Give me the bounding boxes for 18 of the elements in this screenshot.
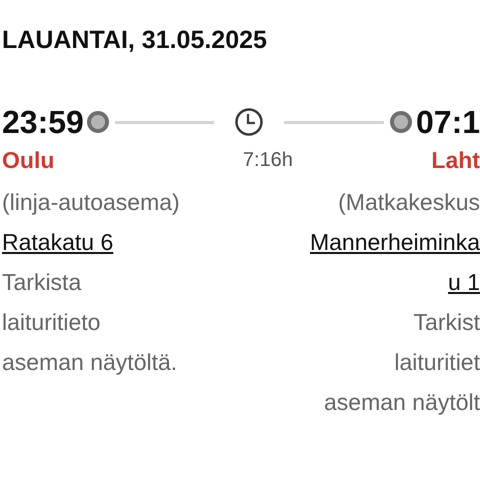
- address-link[interactable]: u 1: [448, 262, 480, 302]
- clock-icon: [234, 107, 264, 137]
- address-link[interactable]: Mannerheiminka: [310, 222, 480, 262]
- arrival-city: Laht: [431, 146, 480, 175]
- travel-duration: 7:16h: [242, 148, 293, 173]
- platform-note: aseman näytöltä.: [2, 348, 178, 377]
- platform-note: Tarkista: [2, 268, 82, 297]
- platform-note: aseman näytölt: [324, 388, 480, 417]
- platform-note: laituritieto: [2, 308, 100, 337]
- departure-city: Oulu: [2, 146, 54, 175]
- station-name: (Matkakeskus: [338, 188, 480, 217]
- platform-note: laituritiet: [394, 348, 480, 377]
- station-name: (linja-autoasema): [2, 188, 180, 217]
- address-link[interactable]: Ratakatu 6: [2, 222, 114, 262]
- platform-note: Tarkist: [414, 308, 480, 337]
- arrival-time: 07:1: [416, 103, 480, 142]
- date-header: LAUANTAI, 31.05.2025: [2, 25, 267, 56]
- departure-time: 23:59: [2, 103, 84, 142]
